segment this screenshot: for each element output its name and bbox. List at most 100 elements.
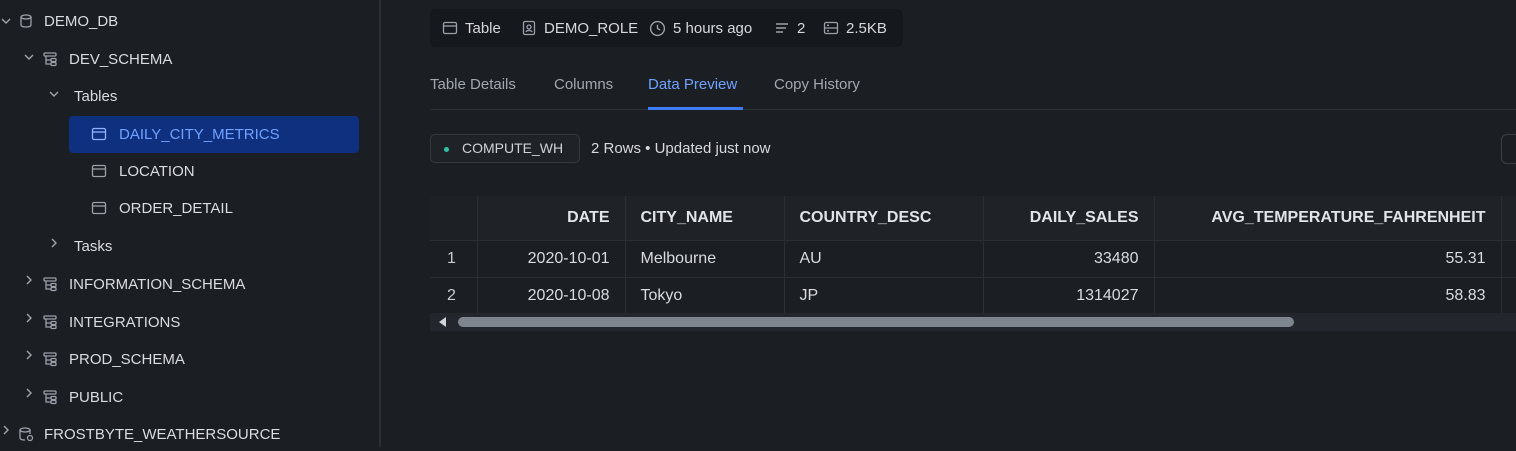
active-tab-indicator xyxy=(648,107,743,110)
info-object-type: Table xyxy=(442,9,501,47)
warehouse-status-dot xyxy=(444,147,449,152)
info-storage-size: 2.5KB xyxy=(823,9,887,47)
tab-data-preview[interactable]: Data Preview xyxy=(648,76,737,93)
chevron-right-icon[interactable] xyxy=(23,274,35,286)
tree-item-location[interactable]: LOCATION xyxy=(69,153,359,189)
table-cell-overflow xyxy=(1501,277,1516,315)
chevron-right-icon[interactable] xyxy=(23,312,35,324)
table-cell[interactable]: 2020-10-08 xyxy=(477,277,626,315)
chevron-down-icon[interactable] xyxy=(23,51,35,63)
chevron-down-icon[interactable] xyxy=(0,15,12,27)
column-header-date[interactable]: DATE xyxy=(477,196,626,241)
schema-icon xyxy=(43,315,57,330)
tree-item-label: PUBLIC xyxy=(69,389,124,406)
row-number: 1 xyxy=(430,240,478,278)
table-cell[interactable]: Melbourne xyxy=(625,240,785,278)
chevron-right-icon[interactable] xyxy=(0,424,12,436)
tab-table-details[interactable]: Table Details xyxy=(430,76,516,93)
tree-group-tasks[interactable]: Tasks xyxy=(0,228,379,264)
info-role-label: DEMO_ROLE xyxy=(544,19,639,37)
data-preview-table: DATE CITY_NAME COUNTRY_DESC DAILY_SALES … xyxy=(430,196,1516,315)
refresh-button[interactable] xyxy=(1501,134,1516,164)
tree-item-prod-schema[interactable]: PROD_SCHEMA xyxy=(0,340,379,376)
table-cell[interactable]: 1314027 xyxy=(983,277,1155,315)
info-owner-role: DEMO_ROLE xyxy=(521,9,638,47)
tree-item-order-detail[interactable]: ORDER_DETAIL xyxy=(69,190,359,226)
info-rows-label: 2 xyxy=(797,19,806,37)
rows-icon xyxy=(776,23,788,33)
warehouse-name: COMPUTE_WH xyxy=(462,140,564,156)
tree-item-label: DEMO_DB xyxy=(44,13,119,30)
info-updated-label: 5 hours ago xyxy=(673,19,753,37)
tree-item-dev-schema[interactable]: DEV_SCHEMA xyxy=(0,40,379,76)
horizontal-scrollbar[interactable] xyxy=(430,313,1516,331)
tree-item-frostbyte-weathersource[interactable]: FROSTBYTE_WEATHERSOURCE xyxy=(0,415,379,451)
row-number-header xyxy=(430,196,478,241)
tree-item-label: ORDER_DETAIL xyxy=(119,200,233,217)
column-header-city-name[interactable]: CITY_NAME xyxy=(625,196,785,241)
table-row: 1 2020-10-01 Melbourne AU 33480 55.31 xyxy=(430,240,1516,278)
table-row: 2 2020-10-08 Tokyo JP 1314027 58.83 xyxy=(430,277,1516,315)
column-header-overflow xyxy=(1501,196,1516,241)
table-cell[interactable]: 33480 xyxy=(983,240,1155,278)
table-cell[interactable]: Tokyo xyxy=(625,277,785,315)
tree-item-public[interactable]: PUBLIC xyxy=(0,378,379,414)
scroll-right-arrow-icon[interactable] xyxy=(1504,313,1516,331)
table-cell[interactable]: 55.31 xyxy=(1154,240,1502,278)
table-icon xyxy=(91,164,107,178)
tree-item-label: LOCATION xyxy=(119,163,195,180)
info-last-updated: 5 hours ago xyxy=(649,9,752,47)
schema-icon xyxy=(43,390,57,405)
table-cell-overflow xyxy=(1501,240,1516,278)
tabs-divider xyxy=(430,109,1516,110)
schema-icon xyxy=(43,277,57,292)
tree-item-label: INFORMATION_SCHEMA xyxy=(69,276,246,293)
table-cell[interactable]: 58.83 xyxy=(1154,277,1502,315)
tree-item-label: INTEGRATIONS xyxy=(69,314,181,331)
table-icon xyxy=(91,127,107,141)
tree-item-label: FROSTBYTE_WEATHERSOURCE xyxy=(44,426,281,443)
object-info-strip: Table DEMO_ROLE 5 hours ago 2 2.5KB xyxy=(430,9,903,47)
chevron-right-icon[interactable] xyxy=(48,237,60,249)
tree-item-integrations[interactable]: INTEGRATIONS xyxy=(0,303,379,339)
storage-icon xyxy=(823,21,839,35)
chevron-right-icon[interactable] xyxy=(23,387,35,399)
column-header-country-desc[interactable]: COUNTRY_DESC xyxy=(784,196,984,241)
column-header-daily-sales[interactable]: DAILY_SALES xyxy=(983,196,1155,241)
column-header-avg-temperature[interactable]: AVG_TEMPERATURE_FAHRENHEIT xyxy=(1154,196,1502,241)
chevron-down-icon[interactable] xyxy=(48,88,60,100)
table-icon xyxy=(442,21,458,35)
schema-icon xyxy=(43,52,57,67)
info-row-count: 2 xyxy=(774,9,805,47)
chevron-right-icon[interactable] xyxy=(23,349,35,361)
object-explorer-sidebar: DEMO_DB DEV_SCHEMA Tables DAILY_CITY_MET… xyxy=(0,0,379,447)
table-header-row: DATE CITY_NAME COUNTRY_DESC DAILY_SALES … xyxy=(430,196,1516,241)
info-size-label: 2.5KB xyxy=(846,19,887,37)
table-cell[interactable]: 2020-10-01 xyxy=(477,240,626,278)
detail-tabs: Table Details Columns Data Preview Copy … xyxy=(430,70,1516,110)
database-icon xyxy=(20,14,32,28)
tree-item-demo-db[interactable]: DEMO_DB xyxy=(0,3,379,39)
preview-row-info: 2 Rows • Updated just now xyxy=(591,140,771,157)
tree-item-label: DAILY_CITY_METRICS xyxy=(119,126,280,143)
clock-icon xyxy=(649,20,666,36)
table-cell[interactable]: AU xyxy=(784,240,984,278)
tree-item-daily-city-metrics[interactable]: DAILY_CITY_METRICS xyxy=(69,116,359,152)
table-cell[interactable]: JP xyxy=(784,277,984,315)
info-type-label: Table xyxy=(465,19,501,37)
shared-database-icon xyxy=(19,427,34,442)
role-badge-icon xyxy=(522,20,536,36)
warehouse-selector[interactable]: COMPUTE_WH xyxy=(430,134,580,163)
sidebar-divider[interactable] xyxy=(379,0,381,447)
tree-item-label: DEV_SCHEMA xyxy=(69,51,173,68)
tree-group-label: Tables xyxy=(74,88,118,105)
tree-item-label: PROD_SCHEMA xyxy=(69,351,185,368)
schema-icon xyxy=(43,352,57,367)
tab-copy-history[interactable]: Copy History xyxy=(774,76,860,93)
table-icon xyxy=(91,201,107,215)
tree-group-tables[interactable]: Tables xyxy=(0,78,379,114)
tab-columns[interactable]: Columns xyxy=(554,76,613,93)
scroll-left-arrow-icon[interactable] xyxy=(430,313,456,331)
scrollbar-thumb[interactable] xyxy=(458,317,1294,327)
tree-item-information-schema[interactable]: INFORMATION_SCHEMA xyxy=(0,265,379,301)
